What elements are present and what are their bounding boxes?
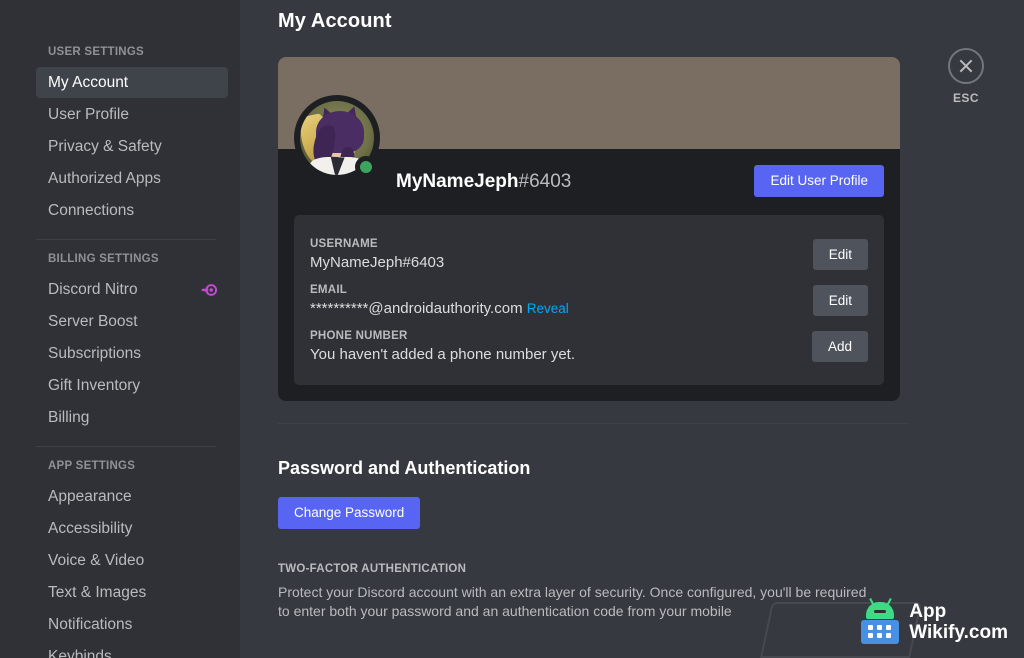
sidebar-item-billing[interactable]: Billing — [36, 402, 228, 433]
sidebar-item-discord-nitro[interactable]: Discord Nitro — [36, 274, 228, 305]
edit-email-button[interactable]: Edit — [812, 284, 868, 316]
username-display: MyNameJeph #6403 — [396, 171, 571, 193]
sidebar-item-voice-video[interactable]: Voice & Video — [36, 545, 228, 576]
sidebar-group-user-settings: USER SETTINGS My Account User Profile Pr… — [36, 46, 228, 226]
username-text: MyNameJeph — [396, 171, 519, 192]
field-label-email: EMAIL — [310, 283, 348, 296]
edit-username-button[interactable]: Edit — [812, 238, 868, 270]
watermark-text: App Wikify.com — [909, 602, 1008, 643]
field-row-email: EMAIL **********@androidauthority.com Re… — [310, 277, 868, 323]
android-mouth — [874, 610, 887, 613]
page-title: My Account — [278, 10, 392, 32]
field-label-phone: PHONE NUMBER — [310, 329, 408, 342]
sidebar-header-app-settings: APP SETTINGS — [48, 460, 136, 472]
watermark-line-1: App — [909, 601, 947, 623]
sidebar-item-label: Subscriptions — [48, 344, 142, 362]
sidebar-item-privacy-safety[interactable]: Privacy & Safety — [36, 131, 228, 162]
sidebar-item-label: Server Boost — [48, 312, 138, 330]
account-card: MyNameJeph #6403 Edit User Profile USERN… — [278, 57, 900, 401]
sidebar-group-app-settings: APP SETTINGS Appearance Accessibility Vo… — [48, 460, 228, 658]
two-factor-label: TWO-FACTOR AUTHENTICATION — [278, 563, 467, 575]
sidebar-item-label: Appearance — [48, 487, 132, 505]
field-label-username: USERNAME — [310, 237, 378, 250]
sidebar-item-user-profile[interactable]: User Profile — [36, 99, 228, 130]
close-x-icon — [948, 48, 984, 84]
discriminator-text: #6403 — [518, 171, 572, 192]
status-online-indicator — [355, 156, 377, 178]
sidebar-item-label: Authorized Apps — [48, 169, 161, 187]
sidebar-divider — [36, 239, 216, 240]
sidebar-item-label: Connections — [48, 201, 135, 219]
sidebar-item-authorized-apps[interactable]: Authorized Apps — [36, 163, 228, 194]
sidebar-header-billing-settings: BILLING SETTINGS — [48, 253, 159, 265]
edit-user-profile-button[interactable]: Edit User Profile — [754, 165, 884, 197]
account-fields-panel: USERNAME MyNameJeph#6403 Edit EMAIL ****… — [294, 215, 884, 385]
esc-label: ESC — [952, 91, 980, 105]
field-username: USERNAME MyNameJeph#6403 — [310, 238, 444, 271]
settings-content: My Account MyNameJeph #6403 Edit User Pr… — [240, 0, 1024, 658]
sidebar-item-label: Keybinds — [48, 647, 112, 658]
field-email: EMAIL **********@androidauthority.com Re… — [310, 284, 569, 317]
sidebar-item-label: User Profile — [48, 105, 129, 123]
settings-sidebar: USER SETTINGS My Account User Profile Pr… — [0, 0, 240, 658]
sidebar-item-label: My Account — [48, 73, 129, 91]
sidebar-item-label: Accessibility — [48, 519, 133, 537]
field-value-email: **********@androidauthority.com Reveal — [310, 300, 569, 317]
watermark-line-2: Wikify.com — [909, 622, 1008, 643]
sidebar-item-my-account[interactable]: My Account — [36, 67, 228, 98]
field-row-username: USERNAME MyNameJeph#6403 Edit — [310, 231, 868, 277]
account-card-header: MyNameJeph #6403 Edit User Profile — [278, 95, 900, 215]
sidebar-item-appearance[interactable]: Appearance — [36, 481, 228, 512]
close-settings-button[interactable]: ESC — [936, 48, 996, 105]
sidebar-item-label: Privacy & Safety — [48, 137, 162, 155]
reveal-email-link[interactable]: Reveal — [527, 301, 569, 316]
field-value-username: MyNameJeph#6403 — [310, 253, 445, 271]
sidebar-item-text-images[interactable]: Text & Images — [36, 577, 228, 608]
password-section-title: Password and Authentication — [278, 458, 531, 478]
sidebar-item-accessibility[interactable]: Accessibility — [36, 513, 228, 544]
sidebar-item-keybinds[interactable]: Keybinds — [36, 641, 228, 658]
section-divider — [278, 423, 908, 424]
sidebar-item-label: Discord Nitro — [48, 280, 138, 298]
sidebar-item-connections[interactable]: Connections — [36, 195, 228, 226]
sidebar-item-label: Gift Inventory — [48, 376, 141, 394]
add-phone-button[interactable]: Add — [811, 330, 868, 362]
sidebar-group-billing-settings: BILLING SETTINGS Discord Nitro Server Bo… — [48, 253, 228, 433]
sidebar-item-subscriptions[interactable]: Subscriptions — [36, 338, 228, 369]
sidebar-item-label: Billing — [48, 408, 90, 426]
field-value-phone: You haven't added a phone number yet. — [310, 345, 576, 363]
avatar[interactable] — [294, 95, 380, 181]
sidebar-divider — [36, 446, 216, 447]
android-body-dots — [868, 625, 892, 638]
sidebar-item-gift-inventory[interactable]: Gift Inventory — [36, 370, 228, 401]
android-robot-icon — [861, 597, 900, 644]
sidebar-item-label: Voice & Video — [48, 551, 145, 569]
nitro-badge-icon — [200, 283, 218, 297]
field-row-phone: PHONE NUMBER You haven't added a phone n… — [310, 323, 868, 369]
discord-user-settings-window: USER SETTINGS My Account User Profile Pr… — [0, 0, 1024, 658]
field-phone: PHONE NUMBER You haven't added a phone n… — [310, 330, 575, 363]
sidebar-item-server-boost[interactable]: Server Boost — [36, 306, 228, 337]
sidebar-content: USER SETTINGS My Account User Profile Pr… — [0, 46, 240, 658]
sidebar-header-user-settings: USER SETTINGS — [48, 46, 144, 58]
change-password-button[interactable]: Change Password — [278, 497, 421, 529]
watermark: App Wikify.com — [861, 597, 1008, 644]
sidebar-item-label: Notifications — [48, 615, 133, 633]
sidebar-item-notifications[interactable]: Notifications — [36, 609, 228, 640]
email-masked-text: **********@androidauthority.com — [310, 299, 523, 317]
sidebar-item-label: Text & Images — [48, 583, 147, 601]
